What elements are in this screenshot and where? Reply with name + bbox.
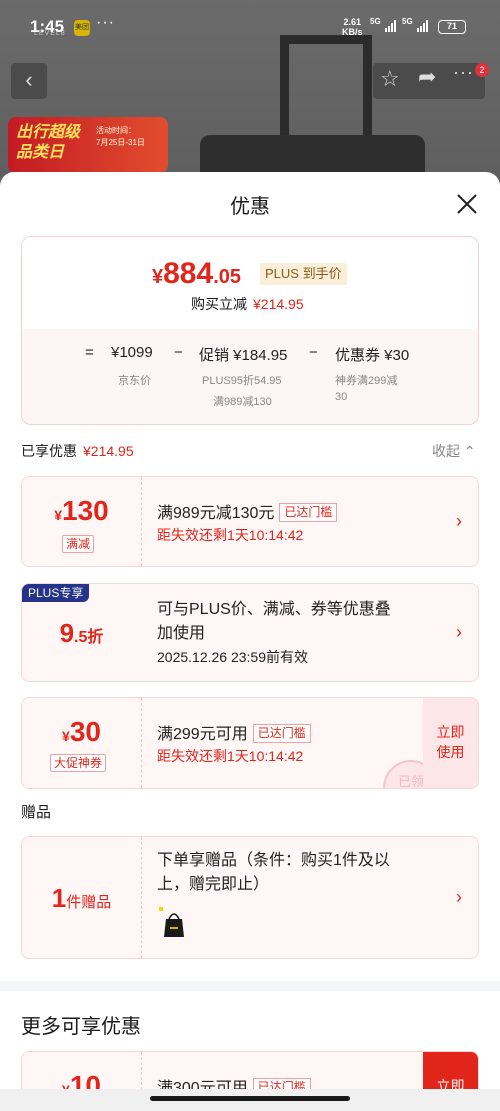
instant-discount: 购买立减 ¥214.95 xyxy=(191,296,304,312)
offer-full-reduction[interactable]: ¥130 满减 满989元减130元 已达门槛 距失效还剩1天10:14:42 › xyxy=(21,476,479,567)
more-notifications-icon: ··· xyxy=(96,14,115,31)
price-top xyxy=(22,237,478,329)
offer-title: 满299元可用 已达门槛 xyxy=(157,720,311,744)
offer-countdown: 距失效还剩1天10:14:42 xyxy=(157,748,304,764)
gift-tote-bag-icon xyxy=(159,907,184,937)
status-bar: 1:45 美团 ··· 2.61 KB/s 5G 5G 71 xyxy=(0,0,500,52)
offer-valid-until: 2025.12.26 23:59前有效 xyxy=(157,649,308,665)
offer-title: 可与PLUS价、满减、券等优惠叠 加使用 xyxy=(157,601,391,642)
promo-title: 出行超级 品类日 xyxy=(16,124,81,161)
home-indicator[interactable] xyxy=(150,1096,350,1101)
chevron-right-icon: › xyxy=(456,622,462,642)
promo-time: 活动时间： 7月25日-31日 xyxy=(96,126,145,147)
signal-bars-icon xyxy=(385,20,399,32)
gift-count-panel: 1件赠品 xyxy=(22,837,141,958)
dashed-divider xyxy=(141,477,142,566)
price-summary-card: ¥ 884 .05 PLUS 到手价 购买立减 ¥214.95 = ¥1099 京… xyxy=(21,236,479,425)
offer-type-badge: 满减 xyxy=(62,535,95,553)
status-time: 1:45 xyxy=(30,17,65,36)
threshold-reached-badge: 已达门槛 xyxy=(279,503,338,522)
favorite-star-icon[interactable]: ☆ xyxy=(380,66,400,92)
promo-banner[interactable]: 出行超级 品类日 活动时间： 7月25日-31日 xyxy=(8,117,168,173)
back-button[interactable]: ‹ xyxy=(11,63,47,99)
more-offers-title: 更多可享优惠 xyxy=(21,1016,141,1038)
signal-label-2: 5G xyxy=(402,17,413,26)
more-icon[interactable]: ··· xyxy=(453,62,474,83)
signal-label-1: 5G xyxy=(370,17,381,26)
offer-value-panel: 9.5折 xyxy=(22,584,141,681)
offer-value: 9.5折 xyxy=(59,618,104,648)
offer-title: 满989元减130元 已达门槛 xyxy=(157,499,338,523)
signal-bars-icon xyxy=(417,20,431,32)
offer-countdown: 距失效还剩1天10:14:42 xyxy=(157,527,304,543)
promo-detail-1: PLUS95折54.95 xyxy=(202,375,282,387)
jd-price-label: 京东价 xyxy=(118,375,151,387)
use-now-button[interactable]: 立即 使用 xyxy=(423,698,478,788)
enjoyed-discount: 已享优惠 ¥214.95 xyxy=(21,443,134,459)
jd-price: ¥1099 xyxy=(111,344,153,361)
chevron-right-icon: › xyxy=(456,887,462,907)
final-price: ¥ 884 .05 xyxy=(152,257,241,290)
dashed-divider xyxy=(141,837,142,958)
offer-value: ¥30 xyxy=(62,716,101,747)
offer-type-badge: 大促神券 xyxy=(50,754,107,772)
offer-coupon[interactable]: ¥30 大促神券 满299元可用 已达门槛 距失效还剩1天10:14:42 已领 … xyxy=(21,697,479,789)
chevron-right-icon: › xyxy=(456,511,462,531)
threshold-reached-badge: 已达门槛 xyxy=(252,724,311,743)
promo-detail-2: 满989减130 xyxy=(213,396,272,408)
coupon-detail-1: 神券满299减 xyxy=(335,375,398,387)
plus-price-tag: PLUS 到手价 xyxy=(260,263,347,285)
dashed-divider xyxy=(141,698,142,788)
discount-sheet: 优惠 ¥ 884 .05 PLUS 到手价 购买立减 ¥214.95 = ¥109… xyxy=(0,172,500,1111)
close-icon[interactable] xyxy=(455,192,479,216)
offer-value: ¥130 xyxy=(54,495,109,526)
minus-sign: − xyxy=(174,344,183,361)
offer-value-panel: ¥130 满减 xyxy=(22,477,141,566)
meituan-app-icon: 美团 xyxy=(74,20,90,36)
network-speed: 2.61 KB/s xyxy=(342,17,363,37)
notification-badge: 2 xyxy=(475,63,489,77)
gift-card[interactable]: 1件赠品 下单享赠品（条件：购买1件及以 上，赠完即止） › xyxy=(21,836,479,959)
gift-title: 下单享赠品（条件：购买1件及以 上，赠完即止） xyxy=(157,852,390,893)
coupon-detail-2: 30 xyxy=(335,391,348,403)
equals-sign: = xyxy=(85,344,94,361)
product-image xyxy=(200,35,425,215)
collapse-button[interactable]: 收起 ⌃ xyxy=(432,441,476,461)
battery-icon: 71 xyxy=(438,20,466,34)
coupon-amount: 优惠券 ¥30 xyxy=(335,347,410,364)
offer-value-panel: ¥30 大促神券 xyxy=(22,698,141,788)
share-icon[interactable]: ➦ xyxy=(418,64,436,90)
gift-section-label: 赠品 xyxy=(21,804,52,821)
gift-count: 1件赠品 xyxy=(51,883,112,913)
section-gap xyxy=(0,981,500,991)
promo-amount: 促销 ¥184.95 xyxy=(199,347,288,364)
chevron-up-icon: ⌃ xyxy=(463,443,476,459)
offer-plus-exclusive[interactable]: PLUS专享 9.5折 可与PLUS价、满减、券等优惠叠 加使用 2025.12… xyxy=(21,583,479,682)
sheet-title: 优惠 xyxy=(230,196,270,218)
minus-sign: − xyxy=(309,344,318,361)
